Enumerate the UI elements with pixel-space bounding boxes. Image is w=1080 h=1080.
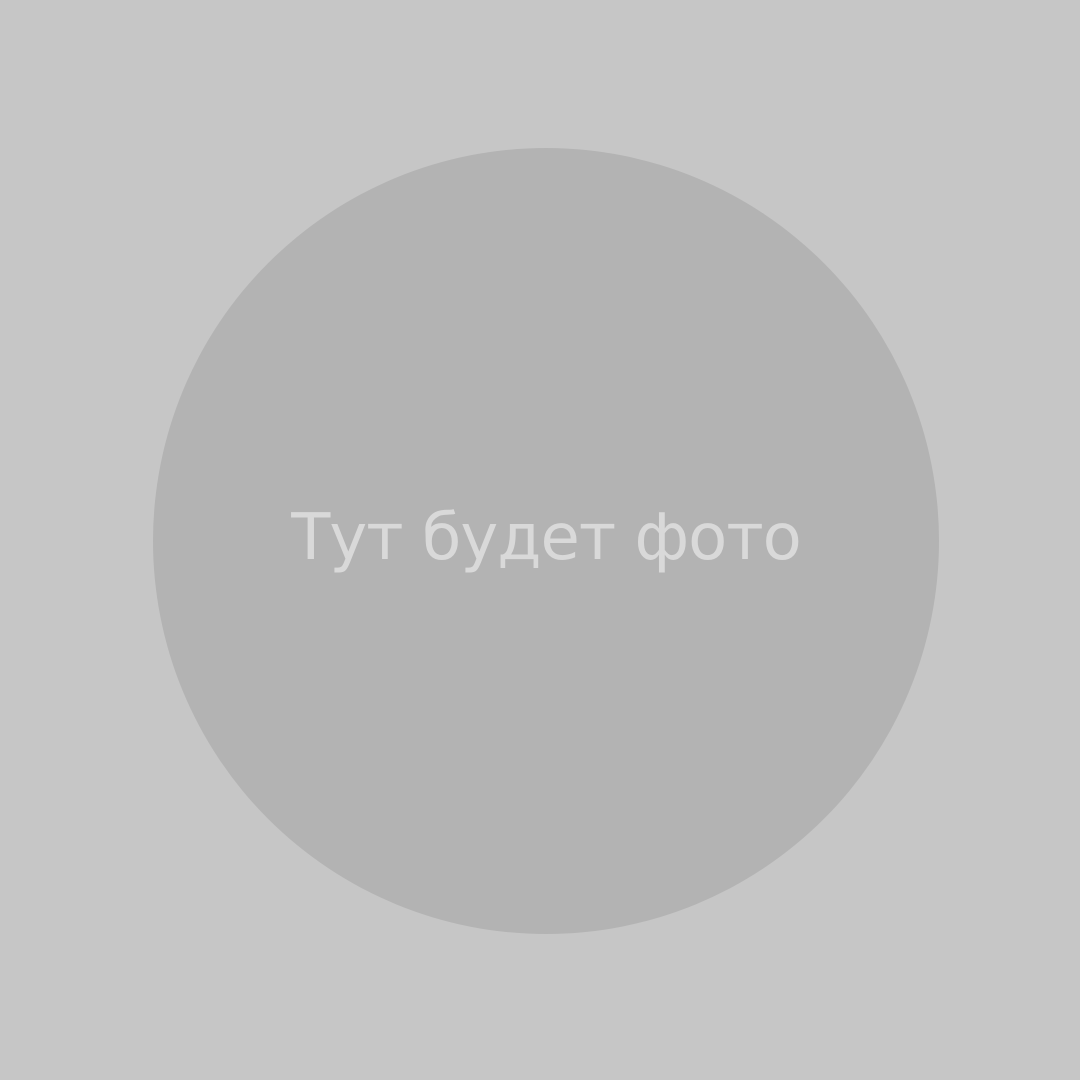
placeholder-text: Тут будет фото <box>291 501 801 575</box>
photo-placeholder-circle: Тут будет фото <box>153 148 939 934</box>
page-background: { "placeholder": { "text": "Тут будет фо… <box>0 0 1080 1080</box>
